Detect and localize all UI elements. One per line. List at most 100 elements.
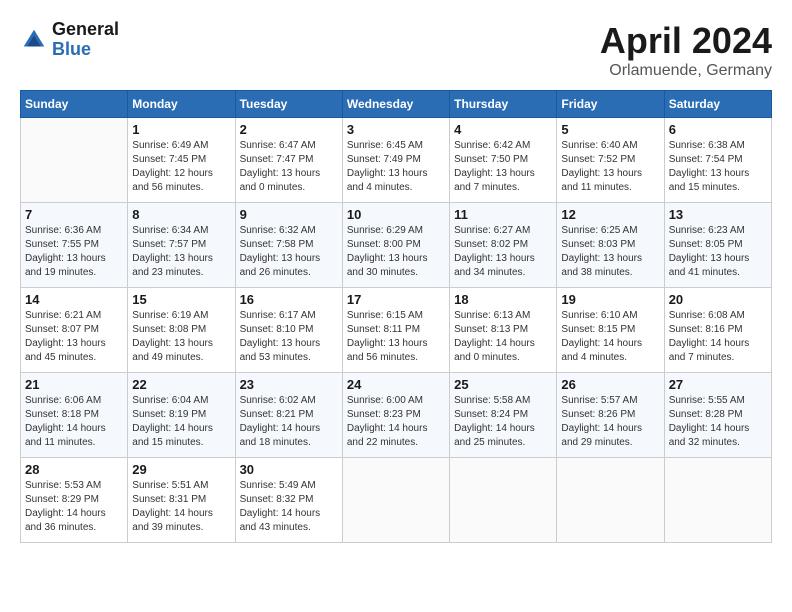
day-info: Sunrise: 6:13 AMSunset: 8:13 PMDaylight:… [454,309,552,365]
day-number: 28 [25,462,123,477]
location-title: Orlamuende, Germany [600,62,772,80]
day-info: Sunrise: 6:08 AMSunset: 8:16 PMDaylight:… [669,309,767,365]
logo: General Blue [20,20,119,60]
page-header: General Blue April 2024 Orlamuende, Germ… [20,20,772,80]
calendar-cell [21,118,128,203]
day-number: 16 [240,292,338,307]
day-number: 4 [454,122,552,137]
day-number: 26 [561,377,659,392]
day-info: Sunrise: 6:19 AMSunset: 8:08 PMDaylight:… [132,309,230,365]
calendar-week-5: 28 Sunrise: 5:53 AMSunset: 8:29 PMDayligh… [21,458,772,543]
day-info: Sunrise: 5:51 AMSunset: 8:31 PMDaylight:… [132,479,230,535]
weekday-header-thursday: Thursday [450,91,557,118]
day-info: Sunrise: 6:38 AMSunset: 7:54 PMDaylight:… [669,139,767,195]
day-info: Sunrise: 6:45 AMSunset: 7:49 PMDaylight:… [347,139,445,195]
title-block: April 2024 Orlamuende, Germany [600,20,772,80]
logo-icon [20,26,48,54]
calendar-cell: 2 Sunrise: 6:47 AMSunset: 7:47 PMDaylight… [235,118,342,203]
day-number: 29 [132,462,230,477]
day-info: Sunrise: 6:06 AMSunset: 8:18 PMDaylight:… [25,394,123,450]
day-info: Sunrise: 5:53 AMSunset: 8:29 PMDaylight:… [25,479,123,535]
day-info: Sunrise: 6:47 AMSunset: 7:47 PMDaylight:… [240,139,338,195]
calendar-cell: 17Sunrise: 6:15 AMSunset: 8:11 PMDayligh… [342,288,449,373]
day-number: 19 [561,292,659,307]
day-number: 8 [132,207,230,222]
day-info: Sunrise: 6:27 AMSunset: 8:02 PMDaylight:… [454,224,552,280]
day-number: 18 [454,292,552,307]
day-number: 23 [240,377,338,392]
day-info: Sunrise: 6:32 AMSunset: 7:58 PMDaylight:… [240,224,338,280]
weekday-header-row: SundayMondayTuesdayWednesdayThursdayFrid… [21,91,772,118]
calendar-cell: 29 Sunrise: 5:51 AMSunset: 8:31 PMDayligh… [128,458,235,543]
weekday-header-friday: Friday [557,91,664,118]
day-number: 24 [347,377,445,392]
calendar-cell: 9 Sunrise: 6:32 AMSunset: 7:58 PMDaylight… [235,203,342,288]
calendar-week-3: 14Sunrise: 6:21 AMSunset: 8:07 PMDayligh… [21,288,772,373]
calendar-cell: 20 Sunrise: 6:08 AMSunset: 8:16 PMDayligh… [664,288,771,373]
weekday-header-monday: Monday [128,91,235,118]
day-number: 1 [132,122,230,137]
day-number: 22 [132,377,230,392]
calendar-cell: 25 Sunrise: 5:58 AMSunset: 8:24 PMDayligh… [450,373,557,458]
month-year-title: April 2024 [600,20,772,62]
calendar-cell: 15Sunrise: 6:19 AMSunset: 8:08 PMDayligh… [128,288,235,373]
day-number: 13 [669,207,767,222]
logo-line2: Blue [52,40,119,60]
calendar-cell: 26 Sunrise: 5:57 AMSunset: 8:26 PMDayligh… [557,373,664,458]
day-info: Sunrise: 6:15 AMSunset: 8:11 PMDaylight:… [347,309,445,365]
calendar-cell: 8 Sunrise: 6:34 AMSunset: 7:57 PMDaylight… [128,203,235,288]
calendar-cell: 14Sunrise: 6:21 AMSunset: 8:07 PMDayligh… [21,288,128,373]
calendar-cell: 4 Sunrise: 6:42 AMSunset: 7:50 PMDaylight… [450,118,557,203]
calendar-cell: 3 Sunrise: 6:45 AMSunset: 7:49 PMDaylight… [342,118,449,203]
day-number: 30 [240,462,338,477]
day-number: 3 [347,122,445,137]
day-info: Sunrise: 6:21 AMSunset: 8:07 PMDaylight:… [25,309,123,365]
calendar-cell: 27Sunrise: 5:55 AMSunset: 8:28 PMDayligh… [664,373,771,458]
calendar-cell: 10 Sunrise: 6:29 AMSunset: 8:00 PMDayligh… [342,203,449,288]
day-number: 5 [561,122,659,137]
calendar-week-1: 1Sunrise: 6:49 AMSunset: 7:45 PMDaylight… [21,118,772,203]
day-info: Sunrise: 6:42 AMSunset: 7:50 PMDaylight:… [454,139,552,195]
calendar-cell: 11 Sunrise: 6:27 AMSunset: 8:02 PMDayligh… [450,203,557,288]
day-number: 7 [25,207,123,222]
calendar-cell: 12 Sunrise: 6:25 AMSunset: 8:03 PMDayligh… [557,203,664,288]
day-number: 12 [561,207,659,222]
calendar-cell: 23 Sunrise: 6:02 AMSunset: 8:21 PMDayligh… [235,373,342,458]
weekday-header-wednesday: Wednesday [342,91,449,118]
calendar-cell: 5Sunrise: 6:40 AMSunset: 7:52 PMDaylight… [557,118,664,203]
day-number: 2 [240,122,338,137]
day-number: 9 [240,207,338,222]
calendar-cell: 16 Sunrise: 6:17 AMSunset: 8:10 PMDayligh… [235,288,342,373]
day-info: Sunrise: 6:36 AMSunset: 7:55 PMDaylight:… [25,224,123,280]
calendar-week-2: 7 Sunrise: 6:36 AMSunset: 7:55 PMDaylight… [21,203,772,288]
calendar-cell: 21 Sunrise: 6:06 AMSunset: 8:18 PMDayligh… [21,373,128,458]
day-number: 11 [454,207,552,222]
weekday-header-saturday: Saturday [664,91,771,118]
calendar-cell: 24Sunrise: 6:00 AMSunset: 8:23 PMDayligh… [342,373,449,458]
day-info: Sunrise: 5:57 AMSunset: 8:26 PMDaylight:… [561,394,659,450]
calendar-table: SundayMondayTuesdayWednesdayThursdayFrid… [20,90,772,543]
day-info: Sunrise: 5:58 AMSunset: 8:24 PMDaylight:… [454,394,552,450]
day-info: Sunrise: 6:23 AMSunset: 8:05 PMDaylight:… [669,224,767,280]
day-number: 10 [347,207,445,222]
calendar-cell: 30 Sunrise: 5:49 AMSunset: 8:32 PMDayligh… [235,458,342,543]
day-info: Sunrise: 6:29 AMSunset: 8:00 PMDaylight:… [347,224,445,280]
day-number: 20 [669,292,767,307]
day-info: Sunrise: 6:17 AMSunset: 8:10 PMDaylight:… [240,309,338,365]
day-info: Sunrise: 5:49 AMSunset: 8:32 PMDaylight:… [240,479,338,535]
day-info: Sunrise: 6:34 AMSunset: 7:57 PMDaylight:… [132,224,230,280]
day-number: 25 [454,377,552,392]
day-info: Sunrise: 5:55 AMSunset: 8:28 PMDaylight:… [669,394,767,450]
calendar-cell [450,458,557,543]
calendar-cell: 7 Sunrise: 6:36 AMSunset: 7:55 PMDaylight… [21,203,128,288]
day-number: 21 [25,377,123,392]
calendar-cell: 22 Sunrise: 6:04 AMSunset: 8:19 PMDayligh… [128,373,235,458]
day-info: Sunrise: 6:02 AMSunset: 8:21 PMDaylight:… [240,394,338,450]
calendar-cell: 6 Sunrise: 6:38 AMSunset: 7:54 PMDaylight… [664,118,771,203]
day-number: 6 [669,122,767,137]
day-info: Sunrise: 6:25 AMSunset: 8:03 PMDaylight:… [561,224,659,280]
day-info: Sunrise: 6:04 AMSunset: 8:19 PMDaylight:… [132,394,230,450]
calendar-cell: 13 Sunrise: 6:23 AMSunset: 8:05 PMDayligh… [664,203,771,288]
logo-text: General Blue [52,20,119,60]
weekday-header-sunday: Sunday [21,91,128,118]
